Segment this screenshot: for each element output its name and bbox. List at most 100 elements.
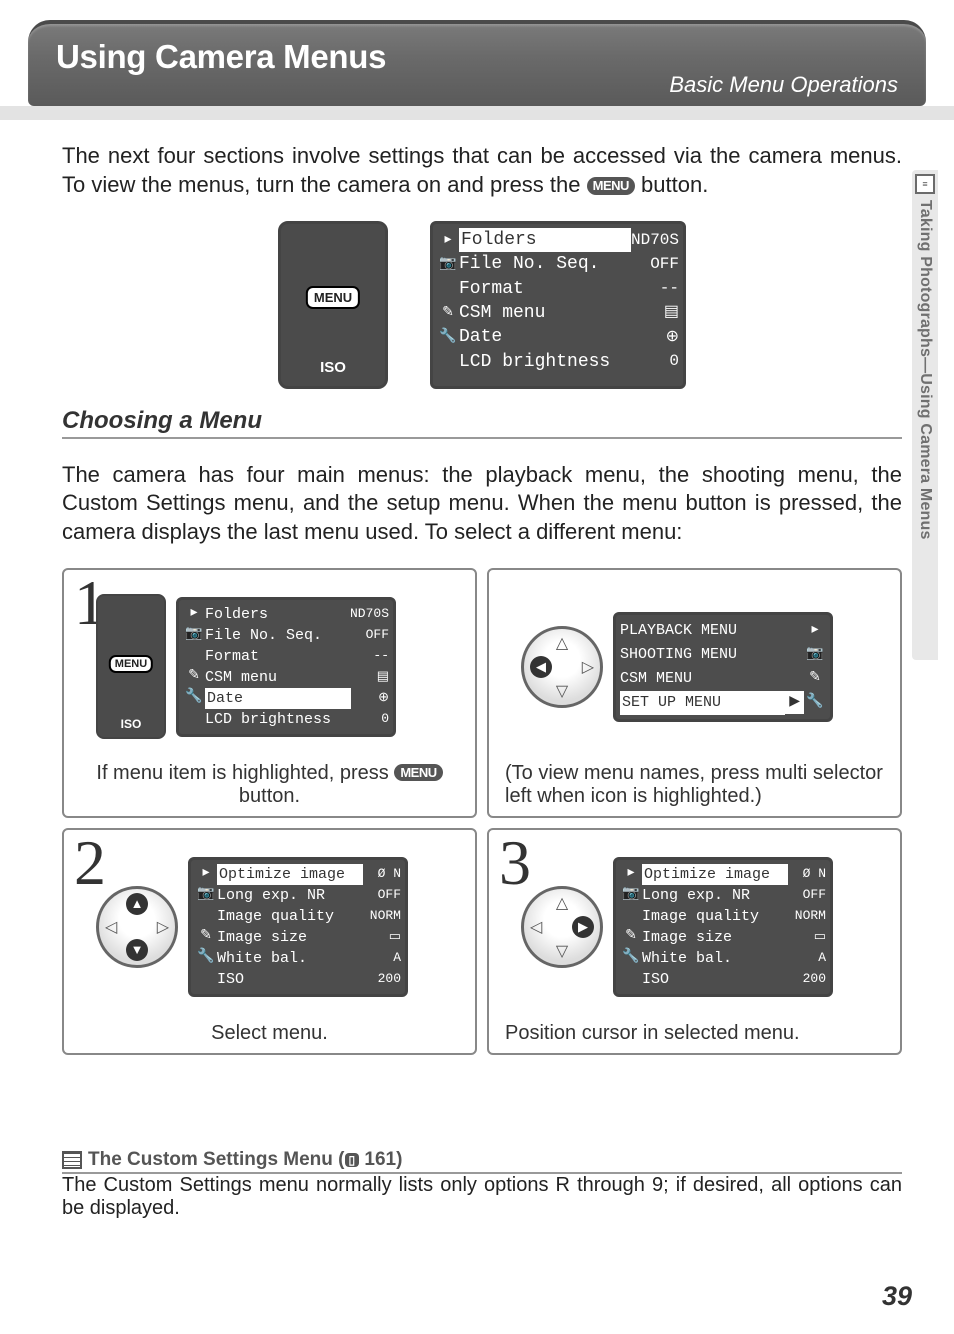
document-icon bbox=[62, 1151, 82, 1169]
lcd-row-icon: ▸ bbox=[437, 231, 459, 250]
lcd-menu-name-label: SHOOTING MENU bbox=[620, 643, 804, 667]
intro-paragraph: The next four sections involve settings … bbox=[62, 142, 902, 199]
lcd-row-value: ⊕ bbox=[351, 689, 389, 707]
camera-menu-button: MENU bbox=[306, 286, 360, 309]
step3-caption: Position cursor in selected menu. bbox=[499, 1022, 890, 1045]
lcd-shooting-row-label: Long exp. NR bbox=[217, 885, 363, 906]
step1-menu-badge: MENU bbox=[394, 764, 442, 781]
lcd-shooting-row-value: NORM bbox=[363, 907, 401, 925]
lcd-shooting-row-value: Ø N bbox=[363, 865, 401, 883]
lcd-row-label: LCD brightness bbox=[459, 350, 633, 374]
footnote-section: The Custom Settings Menu (▯ 161) The Cus… bbox=[62, 1145, 902, 1220]
step2-caption: Select menu. bbox=[74, 1022, 465, 1045]
lcd-menu-name-label: SET UP MENU bbox=[620, 691, 785, 715]
header-underbar bbox=[0, 106, 954, 120]
arrow-down-filled-icon: ▼ bbox=[126, 939, 148, 961]
lcd-shooting-row-icon: 📷 bbox=[195, 885, 217, 905]
arrow-right-filled-icon: ▶ bbox=[572, 916, 594, 938]
camera-back-illustration: MENU ISO bbox=[278, 221, 388, 389]
intro-text-before: The next four sections involve settings … bbox=[62, 143, 902, 197]
arrow-right-outline-icon: ▷ bbox=[157, 917, 169, 937]
side-tab: ≡ Taking Photographs—Using Camera Menus bbox=[912, 170, 938, 660]
step1-camera-illustration: MENU ISO bbox=[96, 594, 166, 739]
lcd-shooting-row-label: Image size bbox=[217, 927, 363, 948]
lcd-shooting-row-value: Ø N bbox=[788, 865, 826, 883]
lcd-menu-name-label: PLAYBACK MENU bbox=[620, 619, 804, 643]
step1-caption: If menu item is highlighted, press MENU … bbox=[74, 762, 465, 808]
lcd-row-value: 0 bbox=[633, 351, 679, 373]
lcd-shooting-row-value: ▭ bbox=[363, 928, 401, 946]
lcd-shooting-row: ▸Optimize imageØ N bbox=[620, 864, 826, 885]
lcd-shooting-row: 📷Long exp. NROFF bbox=[620, 885, 826, 906]
lcd-row-value: ND70S bbox=[350, 605, 389, 623]
lcd-row-icon: 🔧 bbox=[437, 328, 459, 347]
arrow-down-icon: ▽ bbox=[556, 681, 568, 701]
lcd-menu-name-row: SHOOTING MENU📷 bbox=[620, 643, 826, 667]
page-number: 39 bbox=[882, 1281, 912, 1312]
lcd-row-label: Folders bbox=[459, 228, 631, 252]
lcd-shooting-row-icon: 🔧 bbox=[620, 948, 642, 968]
step1-names-caption: (To view menu names, press multi selecto… bbox=[499, 762, 890, 808]
lcd-row-label: Format bbox=[459, 277, 633, 301]
side-tab-text: Taking Photographs—Using Camera Menus bbox=[916, 200, 934, 540]
lcd-row-icon: ▸ bbox=[183, 604, 205, 624]
lcd-menu-row: 🔧Date⊕ bbox=[183, 688, 389, 709]
lcd-row-icon: 🔧 bbox=[183, 688, 205, 708]
step1-lcd: ▸FoldersND70S📷File No. Seq.OFFFormat--✎C… bbox=[176, 597, 396, 737]
setup-menu-lcd: ▸FoldersND70S📷File No. Seq.OFFFormat--✎C… bbox=[430, 221, 686, 389]
lcd-row-label: File No. Seq. bbox=[205, 625, 351, 646]
lcd-shooting-row: ✎Image size▭ bbox=[195, 927, 401, 948]
lcd-row-value: OFF bbox=[633, 254, 679, 276]
lcd-shooting-row-icon: ✎ bbox=[620, 927, 642, 947]
multi-selector-right: △ ▽ ◁ ▶ bbox=[521, 886, 603, 968]
lcd-menu-row: ✎CSM menu▤ bbox=[183, 667, 389, 688]
lcd-row-label: Date bbox=[205, 688, 351, 709]
step-3-card: 3 △ ▽ ◁ ▶ ▸Optimize imageØ N📷Long exp. N… bbox=[487, 828, 902, 1055]
lcd-row-icon: ✎ bbox=[437, 304, 459, 323]
lcd-shooting-row-value: A bbox=[363, 949, 401, 967]
arrow-left-outline2-icon: ◁ bbox=[530, 917, 542, 937]
step1-caption-before: If menu item is highlighted, press bbox=[96, 762, 394, 784]
lcd-shooting-row: Image qualityNORM bbox=[195, 906, 401, 927]
lcd-menu-name-icon: ✎ bbox=[804, 667, 826, 689]
step-1-card-left: 1 MENU ISO ▸FoldersND70S📷File No. Seq.OF… bbox=[62, 568, 477, 818]
lcd-shooting-row: ISO200 bbox=[620, 969, 826, 990]
lcd-row-icon: 📷 bbox=[183, 625, 205, 645]
arrow-up-outline-icon: △ bbox=[556, 893, 568, 913]
lcd-menu-row: Format-- bbox=[437, 277, 679, 301]
footnote-heading-before: The Custom Settings Menu ( bbox=[88, 1149, 345, 1170]
lcd-menu-row: ✎CSM menu▤ bbox=[437, 301, 679, 325]
lcd-row-value: 0 bbox=[351, 710, 389, 728]
lcd-row-value: ▤ bbox=[633, 302, 679, 324]
lcd-menu-row: LCD brightness0 bbox=[183, 709, 389, 730]
lcd-menu-name-icon: 📷 bbox=[804, 643, 826, 665]
lcd-shooting-row-value: 200 bbox=[363, 970, 401, 988]
intro-text-after: button. bbox=[641, 172, 708, 197]
lcd-menu-row: ▸FoldersND70S bbox=[437, 228, 679, 252]
lcd-menu-name-row: CSM MENU✎ bbox=[620, 667, 826, 691]
menu-names-lcd: PLAYBACK MENU▸SHOOTING MENU📷CSM MENU✎SET… bbox=[613, 612, 833, 722]
lcd-shooting-row-label: White bal. bbox=[642, 948, 788, 969]
step-number-3: 3 bbox=[499, 826, 531, 900]
lcd-menu-name-icon: ▸ bbox=[804, 619, 826, 641]
lcd-shooting-row-icon: 🔧 bbox=[195, 948, 217, 968]
lcd-row-value: -- bbox=[633, 278, 679, 300]
lcd-shooting-row-icon: 📷 bbox=[620, 885, 642, 905]
choosing-menu-heading: Choosing a Menu bbox=[62, 407, 902, 439]
lcd-shooting-row-label: Optimize image bbox=[217, 864, 363, 885]
lcd-menu-row: ▸FoldersND70S bbox=[183, 604, 389, 625]
lcd-shooting-row-icon: ▸ bbox=[195, 864, 217, 884]
step-1-card-right: △ ▽ ◀ ▷ PLAYBACK MENU▸SHOOTING MENU📷CSM … bbox=[487, 568, 902, 818]
lcd-menu-row: 🔧Date⊕ bbox=[437, 325, 679, 349]
lcd-menu-name-icon: 🔧 bbox=[804, 691, 826, 713]
lcd-shooting-row-value: NORM bbox=[788, 907, 826, 925]
menu-button-badge: MENU bbox=[587, 177, 635, 196]
page-header: Using Camera Menus Basic Menu Operations bbox=[28, 20, 926, 106]
lcd-shooting-row-label: Optimize image bbox=[642, 864, 788, 885]
lcd-row-label: CSM menu bbox=[205, 667, 351, 688]
lcd-menu-row: Format-- bbox=[183, 646, 389, 667]
lcd-shooting-row-value: OFF bbox=[788, 886, 826, 904]
choosing-menu-body: The camera has four main menus: the play… bbox=[62, 461, 902, 545]
lcd-row-label: Date bbox=[459, 325, 633, 349]
page-title: Using Camera Menus bbox=[56, 38, 898, 76]
